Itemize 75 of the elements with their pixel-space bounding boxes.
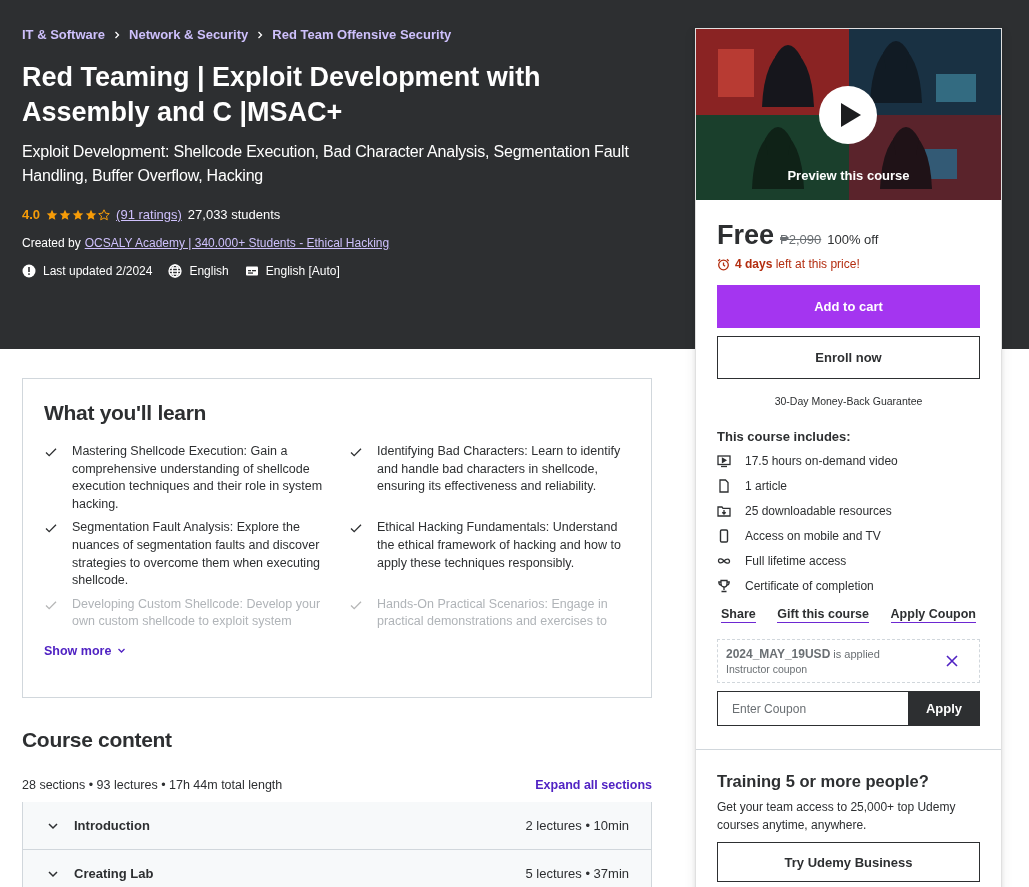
price: Free (717, 220, 775, 251)
captions-icon (244, 264, 259, 278)
includes-heading: This course includes: (717, 429, 852, 444)
section-heading: What you'll learn (44, 401, 208, 425)
section-title: Creating Lab (74, 866, 155, 881)
include-item: Full lifetime access (745, 554, 847, 568)
coupon-field[interactable]: Enter Coupon (717, 691, 908, 726)
coupon-note: Instructor coupon (726, 663, 809, 675)
business-text: Get your team access to 25,000+ top Udemy courses anytime, anywhere. (717, 799, 957, 834)
check-icon (44, 445, 58, 459)
check-icon (349, 445, 363, 459)
add-to-cart-button[interactable]: Add to cart (717, 285, 980, 328)
action-link[interactable]: Apply Coupon (890, 607, 976, 623)
discount: 100% off (827, 232, 879, 247)
guarantee-text: 30-Day Money-Back Guarantee (773, 395, 924, 407)
coupon-code-text: 2024_MAY_19USD is applied (726, 647, 880, 661)
show-more-link[interactable]: Show more (44, 643, 127, 658)
alarm-clock-icon (717, 257, 730, 271)
apply-button[interactable]: Apply (908, 691, 980, 726)
star-icon (85, 208, 98, 221)
student-count: 27,033 students (187, 207, 281, 222)
star-icon (46, 208, 59, 221)
section-row[interactable]: Introduction 2 lectures • 10min (22, 802, 652, 850)
include-item: 17.5 hours on-demand video (745, 454, 898, 468)
author-link[interactable]: OCSALY Academy | 340.000+ Students - Ethical Hacking (84, 236, 390, 250)
video-icon (717, 454, 731, 468)
star-icon (72, 208, 85, 221)
learn-item: Hands-On Practical Scenarios: Engage in practical demonstrations and exercises to (377, 595, 609, 631)
meta-text: Last updated 2/2024 (43, 264, 153, 278)
include-item: 1 article (745, 479, 788, 493)
rating-value: 4.0 (22, 207, 41, 222)
chevron-icon (256, 30, 265, 39)
breadcrumb-link[interactable]: IT & Software (22, 27, 106, 42)
learn-item: Segmentation Fault Analysis: Explore the nuances of segmentation faults and discover strategies to overcome them when executing shellcode. (72, 519, 322, 590)
alert-icon (22, 264, 36, 278)
meta-text: English [Auto] (265, 264, 340, 278)
expand-all-link[interactable]: Expand all sections (535, 778, 652, 792)
business-heading: Training 5 or more people? (717, 772, 930, 791)
play-button[interactable] (819, 86, 877, 144)
trophy-icon (717, 579, 731, 593)
close-icon[interactable] (945, 654, 959, 668)
course-subtitle: Exploit Development: Shellcode Execution, Bad Character Analysis, Segmentation Fault Handling, Buffer Overflow, Hacking (22, 142, 630, 186)
learn-item: Developing Custom Shellcode: Develop your own custom shellcode to exploit system (72, 595, 322, 631)
created-by-label: Created by (22, 236, 81, 250)
original-price: ₱2,090 (780, 232, 822, 247)
enroll-button[interactable]: Enroll now (717, 336, 980, 379)
breadcrumb-link[interactable]: Network & Security (129, 27, 249, 42)
content-summary: 28 sections • 93 lectures • 17h 44m total length (22, 778, 283, 792)
include-item: Certificate of completion (745, 579, 874, 593)
section-title: Introduction (74, 818, 151, 833)
learn-item: Identifying Bad Characters: Learn to identify and handle bad characters in shellcode, ensuring its effectiveness and reliability. (377, 443, 622, 496)
document-icon (717, 479, 731, 493)
section-row[interactable]: Creating Lab 5 lectures • 37min (22, 850, 652, 887)
learn-item: Ethical Hacking Fundamentals: Understand the ethical framework of hacking and how to apply these techniques responsibly. (377, 519, 622, 572)
section-info: 5 lectures • 37min (525, 866, 629, 881)
deadline-text: 4 days left at this price! (735, 257, 860, 271)
chevron-icon (113, 30, 122, 39)
course-title: Red Teaming | Exploit Development with Assembly and C |MSAC+ (22, 61, 542, 129)
business-button[interactable]: Try Udemy Business (717, 842, 980, 882)
ratings-link[interactable]: (91 ratings) (116, 207, 182, 222)
section-info: 2 lectures • 10min (525, 818, 629, 833)
action-link[interactable]: Gift this course (777, 607, 869, 623)
include-item: 25 downloadable resources (745, 504, 892, 518)
preview-label[interactable]: Preview this course (787, 168, 910, 183)
include-item: Access on mobile and TV (745, 529, 881, 543)
breadcrumb-link[interactable]: Red Team Offensive Security (272, 27, 452, 42)
action-link[interactable]: Share (721, 607, 756, 623)
learn-item: Mastering Shellcode Execution: Gain a comprehensive understanding of shellcode execution techniques and their role in system hacking. (72, 443, 324, 513)
caret-icon (117, 646, 127, 656)
star-icon (59, 208, 72, 221)
download-icon (717, 504, 731, 518)
mobile-icon (717, 529, 731, 543)
section-heading: Course content (22, 728, 173, 752)
globe-icon (168, 264, 183, 278)
meta-text: English (189, 264, 229, 278)
